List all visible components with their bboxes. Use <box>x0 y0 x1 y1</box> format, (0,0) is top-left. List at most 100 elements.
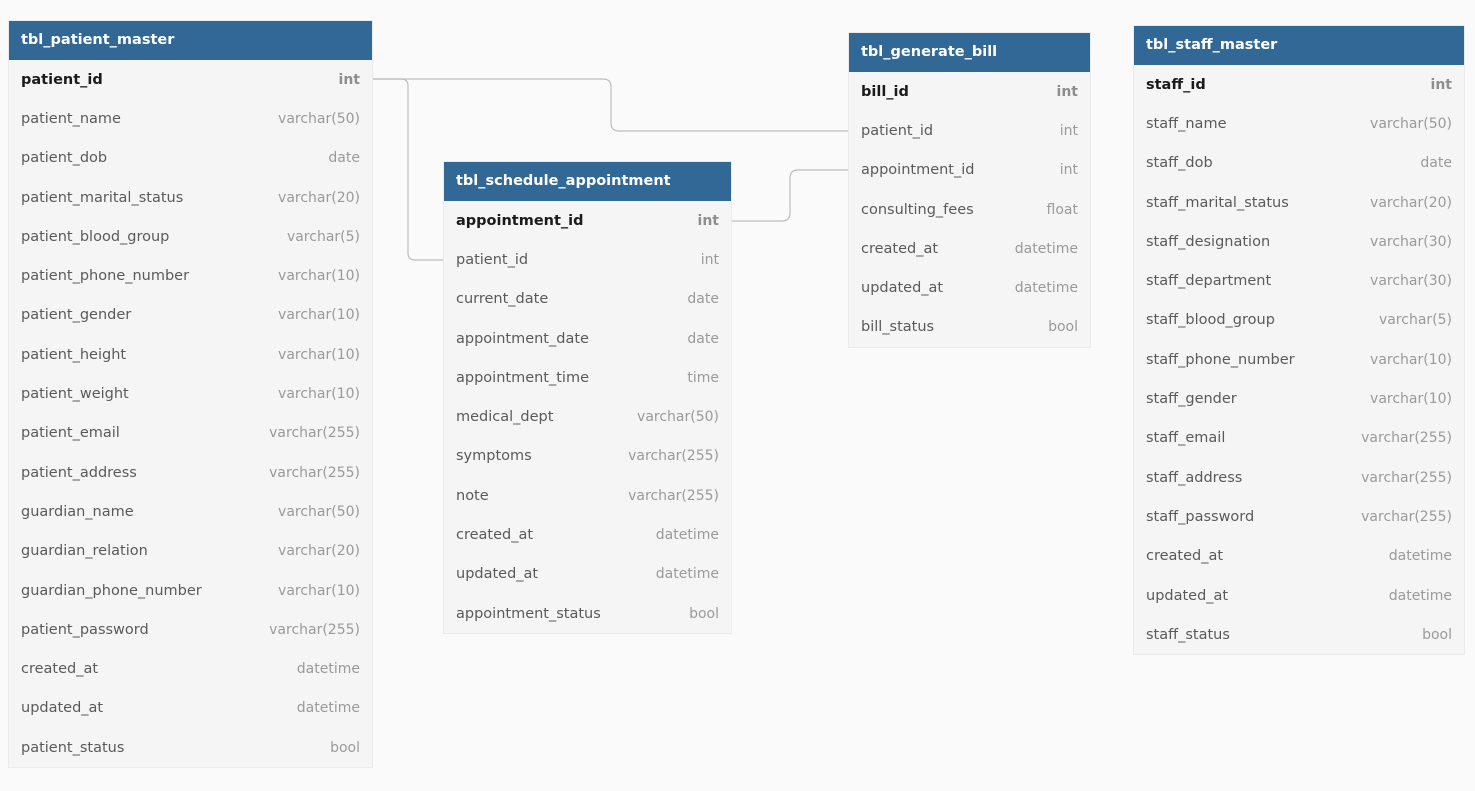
column-row-patient-blood-group[interactable]: patient_blood_group varchar(5) <box>9 217 372 256</box>
column-name: bill_status <box>861 319 935 336</box>
column-row-created-at[interactable]: created_at datetime <box>9 649 372 688</box>
column-row-updated-at[interactable]: updated_at datetime <box>1134 576 1464 615</box>
column-type: varchar(20) <box>278 189 360 206</box>
column-name: updated_at <box>1146 587 1229 604</box>
column-row-patient-height[interactable]: patient_height varchar(10) <box>9 335 372 374</box>
column-row-medical-dept[interactable]: medical_dept varchar(50) <box>444 397 731 436</box>
column-type: int <box>697 212 719 229</box>
column-row-updated-at[interactable]: updated_at datetime <box>9 689 372 728</box>
column-name: guardian_relation <box>21 543 148 560</box>
relation-line-patient-appointment <box>372 78 444 261</box>
column-row-staff-email[interactable]: staff_email varchar(255) <box>1134 419 1464 458</box>
column-type: varchar(255) <box>269 621 360 638</box>
column-name: patient_dob <box>21 150 108 167</box>
column-row-bill-id[interactable]: bill_id int <box>849 72 1090 111</box>
column-row-staff-marital-status[interactable]: staff_marital_status varchar(20) <box>1134 183 1464 222</box>
column-row-symptoms[interactable]: symptoms varchar(255) <box>444 437 731 476</box>
column-row-staff-status[interactable]: staff_status bool <box>1134 615 1464 654</box>
column-row-staff-department[interactable]: staff_department varchar(30) <box>1134 261 1464 300</box>
column-row-note[interactable]: note varchar(255) <box>444 476 731 515</box>
table-header[interactable]: tbl_staff_master <box>1134 26 1464 65</box>
column-name: staff_phone_number <box>1146 351 1295 368</box>
column-row-guardian-name[interactable]: guardian_name varchar(50) <box>9 492 372 531</box>
column-row-patient-gender[interactable]: patient_gender varchar(10) <box>9 296 372 335</box>
table-patient-master[interactable]: tbl_patient_master patient_id int patient_… <box>9 21 372 768</box>
column-name: staff_designation <box>1146 233 1271 250</box>
table-header[interactable]: tbl_patient_master <box>9 21 372 60</box>
column-type: datetime <box>1014 280 1078 297</box>
column-name: patient_email <box>21 425 120 442</box>
column-row-guardian-relation[interactable]: guardian_relation varchar(20) <box>9 532 372 571</box>
column-row-patient-id[interactable]: patient_id int <box>9 60 372 99</box>
column-name: created_at <box>1146 548 1224 565</box>
column-type: varchar(10) <box>1370 391 1452 408</box>
column-row-created-at[interactable]: created_at datetime <box>849 229 1090 268</box>
column-row-patient-id[interactable]: patient_id int <box>849 111 1090 150</box>
relation-line-appointment-bill <box>731 169 849 222</box>
column-type: datetime <box>1388 587 1452 604</box>
column-type: varchar(255) <box>628 487 719 504</box>
column-row-patient-name[interactable]: patient_name varchar(50) <box>9 99 372 138</box>
column-type: date <box>687 330 719 347</box>
column-type: varchar(255) <box>1361 469 1452 486</box>
column-name: symptoms <box>456 448 532 465</box>
column-type: varchar(50) <box>278 503 360 520</box>
column-row-patient-marital-status[interactable]: patient_marital_status varchar(20) <box>9 178 372 217</box>
column-list: appointment_id int patient_id int current_da… <box>444 201 731 633</box>
column-name: patient_blood_group <box>21 228 170 245</box>
column-row-patient-dob[interactable]: patient_dob date <box>9 139 372 178</box>
column-row-staff-id[interactable]: staff_id int <box>1134 65 1464 104</box>
column-row-staff-gender[interactable]: staff_gender varchar(10) <box>1134 379 1464 418</box>
column-row-staff-dob[interactable]: staff_dob date <box>1134 144 1464 183</box>
column-row-staff-designation[interactable]: staff_designation varchar(30) <box>1134 222 1464 261</box>
column-type: datetime <box>1014 240 1078 257</box>
column-row-patient-weight[interactable]: patient_weight varchar(10) <box>9 374 372 413</box>
column-name: patient_id <box>456 251 529 268</box>
column-row-patient-id[interactable]: patient_id int <box>444 240 731 279</box>
column-row-guardian-phone-number[interactable]: guardian_phone_number varchar(10) <box>9 571 372 610</box>
table-header[interactable]: tbl_schedule_appointment <box>444 162 731 201</box>
table-schedule-appointment[interactable]: tbl_schedule_appointment appointment_id i… <box>444 162 731 634</box>
column-row-staff-password[interactable]: staff_password varchar(255) <box>1134 497 1464 536</box>
column-row-appointment-id[interactable]: appointment_id int <box>444 201 731 240</box>
column-name: appointment_id <box>861 162 975 179</box>
column-row-appointment-id[interactable]: appointment_id int <box>849 151 1090 190</box>
column-name: patient_gender <box>21 307 132 324</box>
column-row-updated-at[interactable]: updated_at datetime <box>444 555 731 594</box>
column-row-created-at[interactable]: created_at datetime <box>444 515 731 554</box>
column-name: updated_at <box>861 280 944 297</box>
column-name: staff_department <box>1146 273 1272 290</box>
column-row-staff-address[interactable]: staff_address varchar(255) <box>1134 458 1464 497</box>
column-name: current_date <box>456 291 549 308</box>
column-row-staff-name[interactable]: staff_name varchar(50) <box>1134 104 1464 143</box>
column-row-staff-phone-number[interactable]: staff_phone_number varchar(10) <box>1134 340 1464 379</box>
table-header[interactable]: tbl_generate_bill <box>849 33 1090 72</box>
column-row-appointment-status[interactable]: appointment_status bool <box>444 594 731 633</box>
column-name: medical_dept <box>456 409 554 426</box>
column-row-patient-password[interactable]: patient_password varchar(255) <box>9 610 372 649</box>
column-type: varchar(255) <box>269 464 360 481</box>
column-name: appointment_date <box>456 330 589 347</box>
column-row-consulting-fees[interactable]: consulting_fees float <box>849 190 1090 229</box>
column-row-staff-blood-group[interactable]: staff_blood_group varchar(5) <box>1134 301 1464 340</box>
column-row-patient-status[interactable]: patient_status bool <box>9 728 372 767</box>
table-staff-master[interactable]: tbl_staff_master staff_id int staff_name va… <box>1134 26 1464 655</box>
column-row-patient-phone-number[interactable]: patient_phone_number varchar(10) <box>9 256 372 295</box>
column-list: bill_id int patient_id int appointment_id int… <box>849 72 1090 347</box>
column-type: varchar(50) <box>637 409 719 426</box>
column-row-current-date[interactable]: current_date date <box>444 280 731 319</box>
column-type: int <box>1059 122 1078 139</box>
column-row-created-at[interactable]: created_at datetime <box>1134 537 1464 576</box>
column-row-bill-status[interactable]: bill_status bool <box>849 308 1090 347</box>
column-type: datetime <box>296 661 360 678</box>
column-name: patient_name <box>21 110 121 127</box>
column-row-appointment-date[interactable]: appointment_date date <box>444 319 731 358</box>
column-row-patient-email[interactable]: patient_email varchar(255) <box>9 414 372 453</box>
column-row-patient-address[interactable]: patient_address varchar(255) <box>9 453 372 492</box>
column-type: date <box>328 150 360 167</box>
column-row-appointment-time[interactable]: appointment_time time <box>444 358 731 397</box>
column-name: guardian_phone_number <box>21 582 202 599</box>
table-generate-bill[interactable]: tbl_generate_bill bill_id int patient_id in… <box>849 33 1090 348</box>
column-row-updated-at[interactable]: updated_at datetime <box>849 268 1090 307</box>
column-type: datetime <box>1388 548 1452 565</box>
